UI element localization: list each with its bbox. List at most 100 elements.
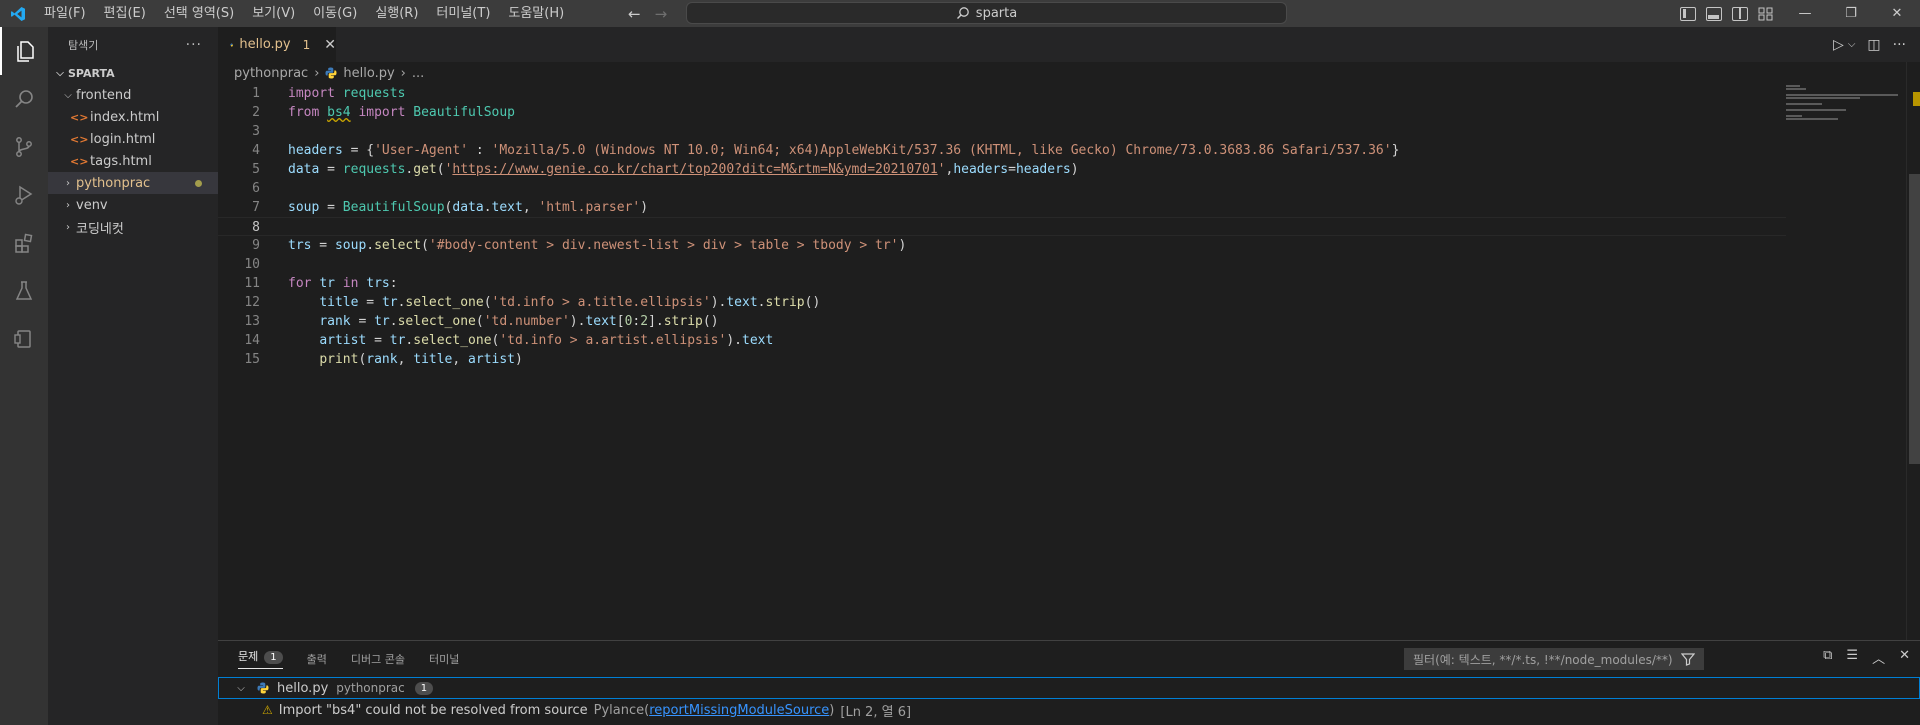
menu-file[interactable]: 파일(F): [35, 0, 95, 27]
menu-run[interactable]: 실행(R): [366, 0, 427, 27]
remote-explorer-icon[interactable]: [0, 315, 48, 363]
tree-label: frontend: [76, 87, 132, 103]
tree-folder-coding-necut[interactable]: › 코딩네컷: [48, 216, 218, 238]
code-line: 15 print(rank, title, artist): [218, 350, 1786, 369]
back-arrow-icon[interactable]: ←: [628, 5, 641, 23]
problem-file-name: hello.py: [277, 680, 329, 696]
editor-scrollbar[interactable]: [1906, 62, 1920, 640]
title-bar: 파일(F) 편집(E) 선택 영역(S) 보기(V) 이동(G) 실행(R) 터…: [0, 0, 1920, 27]
menu-terminal[interactable]: 터미널(T): [427, 0, 499, 27]
line-number: 4: [252, 143, 260, 158]
extensions-icon[interactable]: [0, 219, 48, 267]
warning-marker: [1913, 92, 1920, 106]
explorer-header: 탐색기 ···: [48, 27, 218, 62]
code-line: 11 for tr in trs:: [218, 274, 1786, 293]
activity-bar: [0, 27, 48, 725]
tree-root-sparta[interactable]: ⌵ SPARTA: [48, 62, 218, 84]
tab-label: hello.py: [239, 37, 291, 52]
tree-label: 코딩네컷: [76, 221, 124, 237]
menu-go[interactable]: 이동(G): [304, 0, 366, 27]
tree-file-login-html[interactable]: <> login.html: [48, 128, 218, 150]
problem-message-row[interactable]: ⚠ Import "bs4" could not be resolved fro…: [218, 699, 911, 721]
chevron-right-icon: ›: [314, 65, 320, 81]
maximize-panel-icon[interactable]: ︿: [1872, 648, 1885, 667]
code-line: 12 title = tr.select_one('td.info > a.ti…: [218, 293, 1786, 312]
customize-layout-icon[interactable]: [1758, 7, 1774, 21]
python-file-icon: [325, 67, 337, 79]
run-debug-icon[interactable]: [0, 171, 48, 219]
chevron-down-icon[interactable]: ⌵: [1848, 39, 1856, 50]
problems-filter-input[interactable]: 필터(예: 텍스트, **/*.ts, !**/node_modules/**): [1404, 648, 1704, 670]
toggle-panel-icon[interactable]: [1706, 6, 1722, 21]
toggle-sidebar-icon[interactable]: [1680, 6, 1696, 21]
split-editor-icon[interactable]: ◫: [1867, 37, 1880, 53]
line-number: 15: [244, 352, 260, 367]
tree-file-index-html[interactable]: <> index.html: [48, 106, 218, 128]
view-as-list-icon[interactable]: ☰: [1846, 648, 1858, 667]
code-line: 6: [218, 179, 1786, 198]
line-number: 13: [244, 314, 260, 329]
menu-edit[interactable]: 편집(E): [95, 0, 155, 27]
code-line: 4 headers = {'User-Agent' : 'Mozilla/5.0 …: [218, 141, 1786, 160]
search-view-icon[interactable]: [0, 75, 48, 123]
run-python-icon[interactable]: ▷: [1833, 37, 1844, 53]
menu-help[interactable]: 도움말(H): [499, 0, 573, 27]
explorer-title: 탐색기: [68, 38, 99, 52]
line-number: 9: [252, 238, 260, 253]
modified-dot-icon: [195, 180, 202, 187]
nav-arrows: ← →: [628, 0, 667, 27]
tree-folder-pythonprac[interactable]: › pythonprac: [48, 172, 218, 194]
line-number: 1: [252, 86, 260, 101]
tree-label: login.html: [90, 131, 156, 147]
line-number: 11: [244, 276, 260, 291]
code-line-current: 8: [218, 217, 1786, 236]
editor-actions: ▷ ⌵ ◫ ···: [1833, 27, 1920, 62]
bottom-panel: 문제 1 출력 디버그 콘솔 터미널 필터(예: 텍스트, **/*.ts, !*…: [218, 640, 1920, 725]
breadcrumb-symbol[interactable]: ...: [412, 66, 424, 81]
toggle-secondary-sidebar-icon[interactable]: [1732, 6, 1748, 21]
explorer-icon[interactable]: [0, 27, 48, 75]
restore-icon[interactable]: ❐: [1828, 0, 1874, 27]
line-number: 14: [244, 333, 260, 348]
minimize-icon[interactable]: —: [1782, 0, 1828, 27]
tree-folder-frontend[interactable]: ⌵ frontend: [48, 84, 218, 106]
command-center-search[interactable]: sparta: [686, 2, 1287, 24]
menu-view[interactable]: 보기(V): [243, 0, 304, 27]
tree-file-tags-html[interactable]: <> tags.html: [48, 150, 218, 172]
close-window-icon[interactable]: ✕: [1874, 0, 1920, 27]
code-editor[interactable]: 1 import requests 2 from bs4 import Beauti…: [218, 84, 1786, 369]
tree-label: pythonprac: [76, 175, 151, 191]
code-line: 14 artist = tr.select_one('td.info > a.a…: [218, 331, 1786, 350]
testing-icon[interactable]: [0, 267, 48, 315]
tree-folder-venv[interactable]: › venv: [48, 194, 218, 216]
breadcrumb-folder[interactable]: pythonprac: [234, 66, 308, 81]
more-actions-icon[interactable]: ···: [1893, 37, 1906, 53]
problem-rule-link[interactable]: reportMissingModuleSource: [649, 703, 829, 718]
html-file-icon: <>: [70, 132, 89, 146]
tab-output[interactable]: 출력: [307, 651, 327, 667]
minimap[interactable]: [1786, 84, 1906, 124]
filter-icon[interactable]: [1680, 652, 1696, 669]
code-line: 1 import requests: [218, 84, 1786, 103]
tab-terminal[interactable]: 터미널: [429, 651, 459, 667]
panel-actions: ⧉ ☰ ︿ ✕: [1823, 648, 1910, 667]
tab-debug-console[interactable]: 디버그 콘솔: [351, 651, 405, 667]
close-panel-icon[interactable]: ✕: [1899, 648, 1910, 667]
tab-hello-py[interactable]: hello.py 1 ✕: [218, 27, 336, 62]
code-line: 10: [218, 255, 1786, 274]
chevron-down-icon: ⌵: [64, 89, 72, 101]
more-actions-icon[interactable]: ···: [186, 37, 202, 53]
forward-arrow-icon[interactable]: →: [655, 5, 668, 23]
menu-selection[interactable]: 선택 영역(S): [155, 0, 243, 27]
search-text: sparta: [975, 5, 1018, 21]
breadcrumb-file[interactable]: hello.py: [343, 66, 394, 81]
scrollbar-thumb[interactable]: [1909, 174, 1920, 464]
problem-file-row[interactable]: ⌵ hello.py pythonprac 1: [218, 677, 1920, 699]
collapse-all-icon[interactable]: ⧉: [1823, 648, 1832, 667]
tab-problems[interactable]: 문제 1: [238, 648, 283, 669]
vscode-logo-icon: [0, 0, 35, 27]
close-icon[interactable]: ✕: [324, 37, 336, 53]
chevron-down-icon: ⌵: [56, 67, 64, 79]
line-number: 3: [252, 124, 260, 139]
source-control-icon[interactable]: [0, 123, 48, 171]
